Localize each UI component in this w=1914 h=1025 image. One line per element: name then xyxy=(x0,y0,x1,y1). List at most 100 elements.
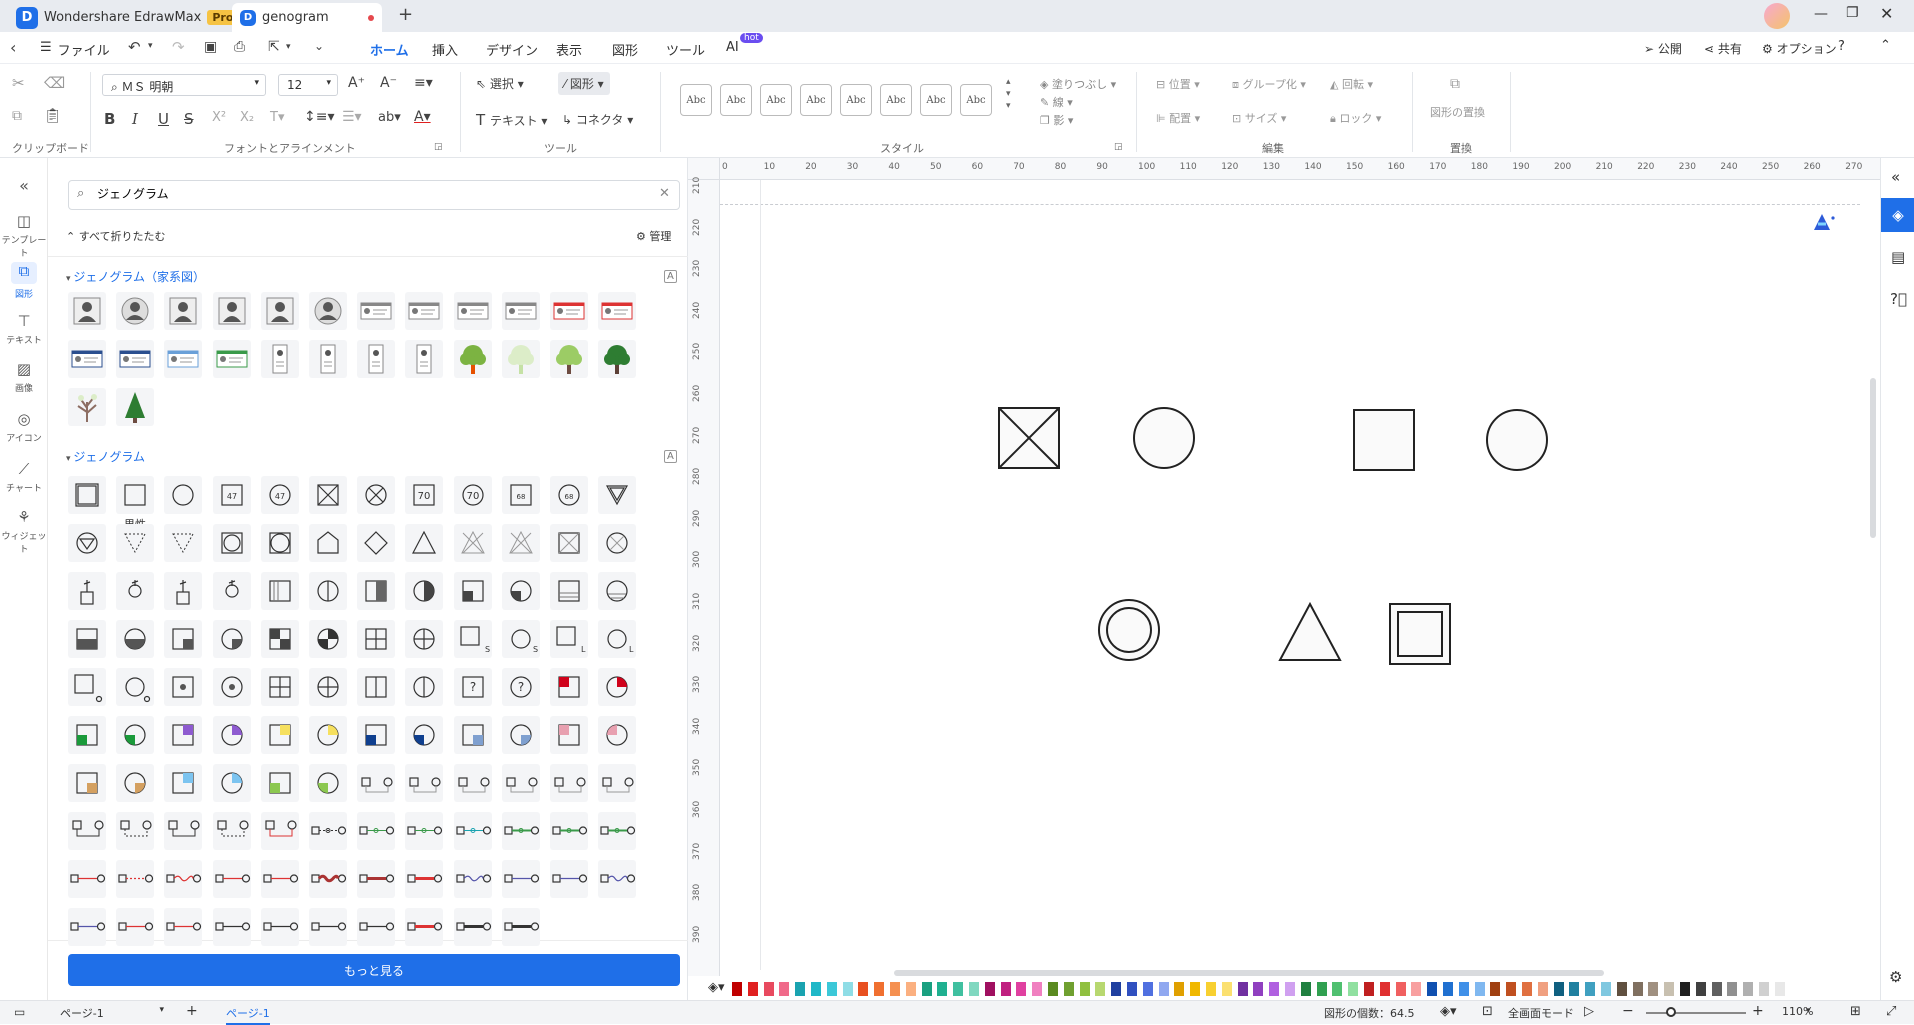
shape-tile[interactable] xyxy=(357,340,396,378)
shape-tile[interactable] xyxy=(116,524,155,562)
page-properties-icon[interactable]: ▤ xyxy=(1891,248,1905,266)
color-swatch[interactable] xyxy=(732,982,742,996)
shape-tile[interactable] xyxy=(598,812,637,850)
fill-button[interactable]: ◈ 塗りつぶし ▾ xyxy=(1040,76,1116,92)
color-swatch[interactable] xyxy=(826,982,837,996)
shape-tile[interactable] xyxy=(212,668,251,706)
color-swatch[interactable] xyxy=(1111,982,1122,996)
tab-ai[interactable]: AI xyxy=(726,40,739,55)
nav-templates[interactable]: ◫ テンプレート xyxy=(0,212,48,259)
color-swatch[interactable] xyxy=(874,982,885,996)
shape-tile[interactable] xyxy=(260,524,299,562)
shape-tile[interactable] xyxy=(260,812,299,850)
format-painter-icon[interactable]: ⌫ xyxy=(44,74,65,92)
shape-tile[interactable] xyxy=(501,716,540,754)
app-tab[interactable]: D Wondershare EdrawMax Pro xyxy=(8,3,246,32)
redo-icon[interactable]: ↷ xyxy=(172,38,185,56)
shape-tile[interactable] xyxy=(501,908,540,946)
shape-tile[interactable] xyxy=(68,860,106,898)
font-size-select[interactable]: 12 ▾ xyxy=(278,74,338,96)
color-swatch[interactable] xyxy=(1000,982,1011,996)
export-dropdown-icon[interactable]: ▾ xyxy=(286,42,291,52)
color-swatch[interactable] xyxy=(1427,982,1438,996)
color-swatch[interactable] xyxy=(1680,982,1690,996)
shape-tile[interactable] xyxy=(164,620,203,658)
shape-tile[interactable] xyxy=(260,572,299,610)
tab-view[interactable]: 表示 xyxy=(556,40,582,59)
shape-tile[interactable]: ? xyxy=(453,668,492,706)
male-shape[interactable] xyxy=(1353,409,1415,471)
shape-tile[interactable] xyxy=(309,716,347,754)
export-icon[interactable]: ⇱ xyxy=(268,39,280,55)
paste-icon[interactable]: 📋︎ xyxy=(44,108,62,124)
shape-tile[interactable] xyxy=(164,764,203,802)
tab-home[interactable]: ホーム xyxy=(368,40,411,66)
color-swatch[interactable] xyxy=(1443,982,1453,996)
line-spacing-icon[interactable]: ↕≡▾ xyxy=(304,109,335,125)
file-menu[interactable]: ☰ ファイル xyxy=(40,40,110,59)
shape-tile[interactable] xyxy=(260,668,299,706)
color-swatch[interactable] xyxy=(1774,982,1785,996)
shape-tile[interactable] xyxy=(309,572,347,610)
color-swatch[interactable] xyxy=(1474,982,1485,996)
shape-tile[interactable] xyxy=(260,908,299,946)
search-input[interactable] xyxy=(97,186,637,200)
expand-panel-icon[interactable]: « xyxy=(1891,168,1900,186)
group-button[interactable]: ⧈ グループ化 ▾ xyxy=(1232,76,1306,92)
color-swatch[interactable] xyxy=(1079,982,1090,996)
shape-tile[interactable]: 47 xyxy=(260,476,299,514)
shape-tile[interactable] xyxy=(164,524,203,562)
shape-tile[interactable] xyxy=(164,340,203,378)
shape-tile[interactable] xyxy=(260,620,299,658)
color-swatch[interactable] xyxy=(1585,982,1596,996)
shape-tile[interactable] xyxy=(309,668,347,706)
color-swatch[interactable] xyxy=(747,982,758,996)
tab-insert[interactable]: 挿入 xyxy=(432,40,458,59)
tab-shape[interactable]: 図形 xyxy=(612,40,638,59)
shape-tile[interactable]: 68 xyxy=(501,476,540,514)
color-swatch[interactable] xyxy=(1190,982,1201,996)
shape-tile[interactable] xyxy=(309,340,347,378)
new-tab-button[interactable]: + xyxy=(398,4,413,25)
shape-tile[interactable] xyxy=(116,860,155,898)
color-swatch[interactable] xyxy=(1537,982,1548,996)
shape-tile[interactable] xyxy=(260,860,299,898)
select-tool-button[interactable]: ⇖ 選択 ▾ xyxy=(476,75,524,92)
clear-search-icon[interactable]: ✕ xyxy=(659,186,670,201)
shape-tile[interactable] xyxy=(453,292,492,330)
shape-tile[interactable] xyxy=(164,716,203,754)
color-swatch[interactable] xyxy=(1348,982,1359,996)
shape-tile[interactable] xyxy=(598,668,637,706)
shape-tile[interactable] xyxy=(68,668,106,706)
nav-icons[interactable]: ◎ アイコン xyxy=(0,410,48,444)
color-swatch[interactable] xyxy=(1601,982,1611,996)
shape-tile[interactable] xyxy=(357,716,396,754)
color-swatch[interactable] xyxy=(1695,982,1706,996)
collapse-ribbon-icon[interactable]: ⌃ xyxy=(1880,38,1891,53)
shape-tile[interactable] xyxy=(550,668,588,706)
male-identified-patient-shape[interactable] xyxy=(1389,603,1451,665)
shape-tile[interactable] xyxy=(501,764,540,802)
shape-tile[interactable] xyxy=(598,524,637,562)
shape-tile[interactable] xyxy=(164,860,203,898)
undo-icon[interactable]: ↶ xyxy=(128,38,141,56)
style-preset-1[interactable]: Abc xyxy=(680,84,712,116)
align-button[interactable]: ⊫ 配置 ▾ xyxy=(1156,110,1200,126)
shape-tile[interactable] xyxy=(164,812,203,850)
shape-tile[interactable] xyxy=(405,860,444,898)
color-swatch[interactable] xyxy=(1711,982,1722,996)
shape-tile[interactable] xyxy=(68,716,106,754)
avatar[interactable] xyxy=(1764,3,1790,29)
layers-icon[interactable]: ◈▾ xyxy=(1440,1004,1457,1019)
shape-tile[interactable] xyxy=(212,572,251,610)
style-preset-3[interactable]: Abc xyxy=(760,84,792,116)
collapse-all-button[interactable]: ⌃ すべて折りたたむ xyxy=(66,228,166,244)
color-swatch[interactable] xyxy=(1522,982,1532,996)
color-swatch[interactable] xyxy=(1016,982,1027,996)
shape-tile[interactable] xyxy=(68,620,106,658)
section-genogram-family[interactable]: ▾ ジェノグラム（家系図） xyxy=(66,268,205,285)
shape-tile[interactable] xyxy=(550,340,588,378)
italic-icon[interactable]: I xyxy=(132,110,138,128)
add-page-button[interactable]: + xyxy=(186,1003,198,1019)
shape-tile[interactable] xyxy=(405,716,444,754)
